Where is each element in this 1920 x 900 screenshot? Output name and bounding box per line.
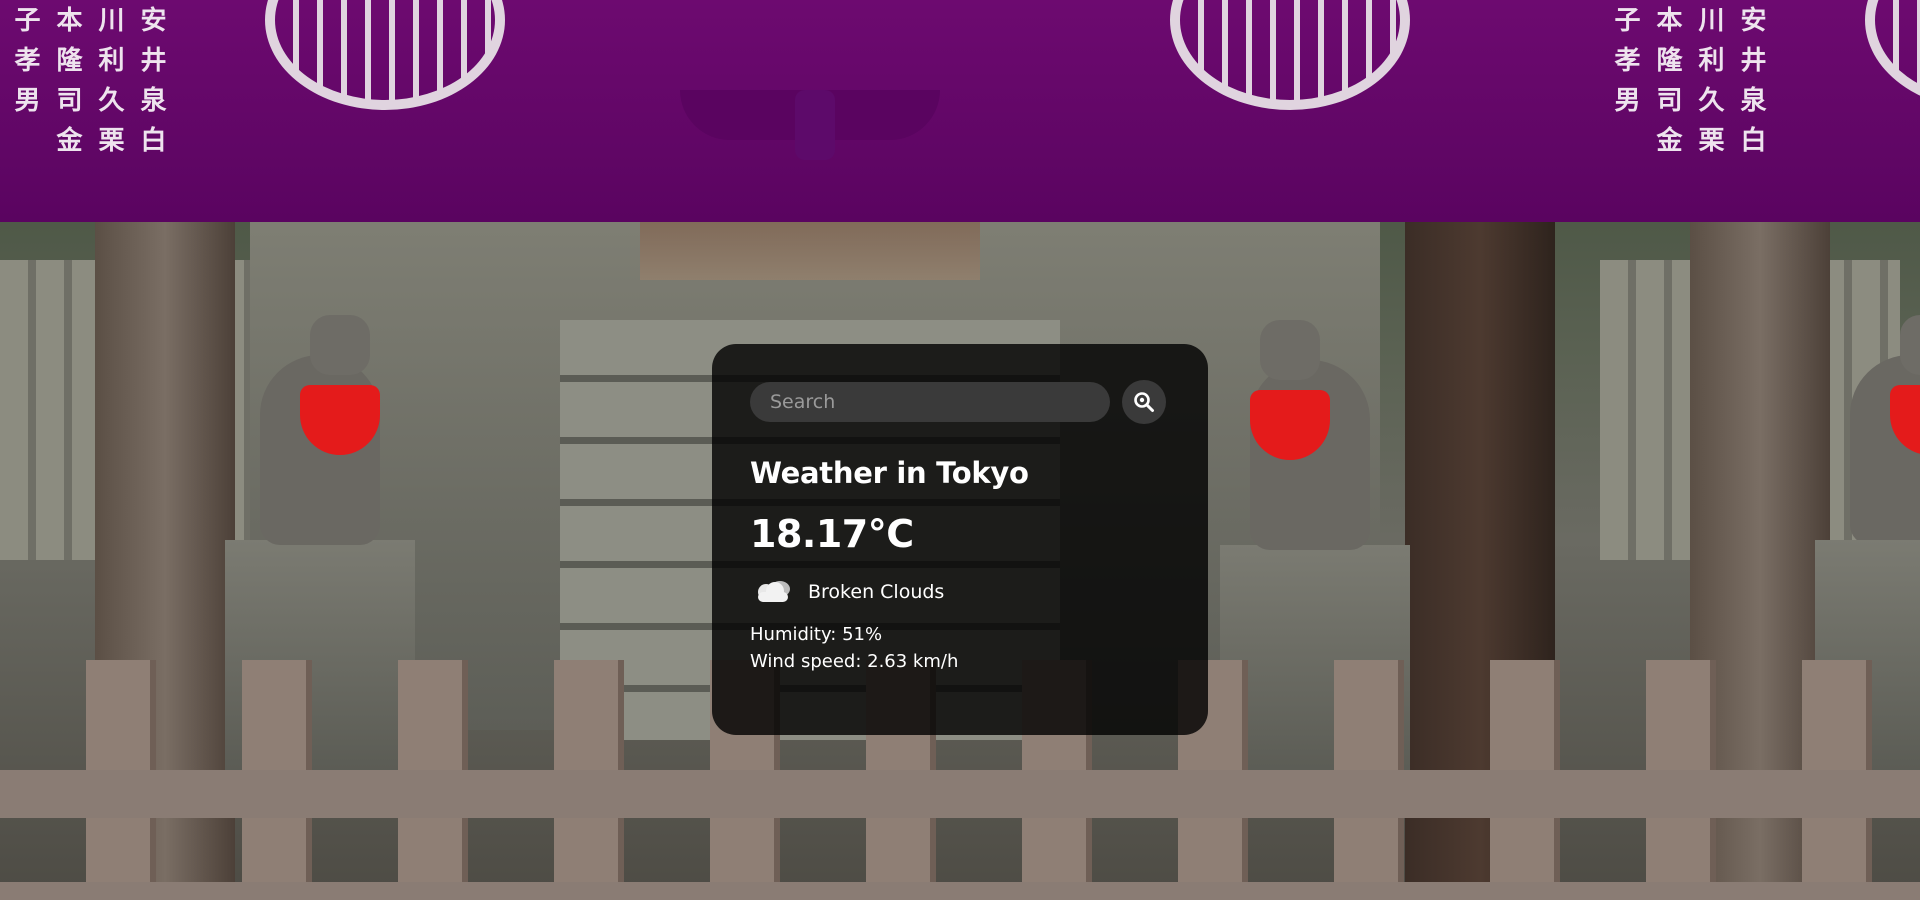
humidity-text: Humidity: 51%	[750, 624, 883, 645]
fox-statue-right	[1240, 320, 1390, 550]
temperature: 18.17°C	[750, 512, 914, 556]
search-bar	[750, 380, 1170, 424]
fox-statue-left	[240, 315, 390, 545]
condition-row: Broken Clouds	[750, 576, 1170, 608]
search-icon	[1134, 392, 1154, 412]
weather-card: Weather in Tokyo 18.17°C Broken Clouds H…	[712, 344, 1208, 735]
condition-text: Broken Clouds	[808, 581, 945, 603]
banner-inscription: 安井泉白川利久栗本隆司金子孝男	[10, 6, 166, 166]
search-input[interactable]	[750, 382, 1110, 422]
wind-speed-text: Wind speed: 2.63 km/h	[750, 651, 959, 672]
broken-clouds-icon	[758, 581, 790, 602]
city-heading: Weather in Tokyo	[750, 456, 1029, 490]
search-button[interactable]	[1122, 380, 1166, 424]
